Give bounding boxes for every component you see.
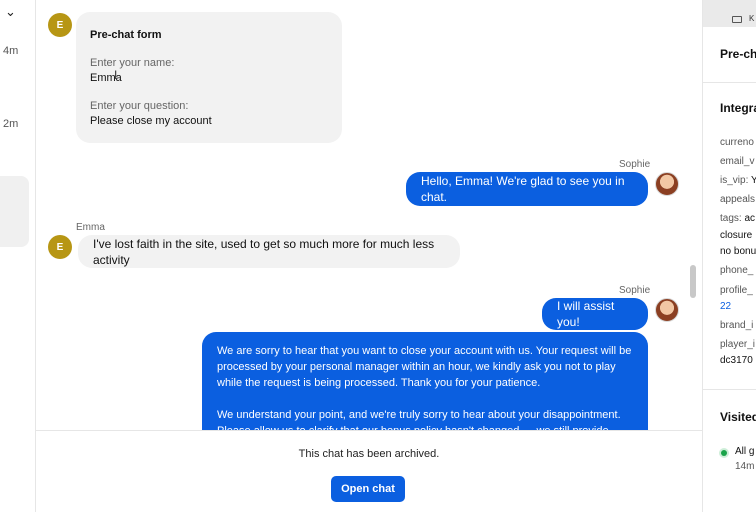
online-status-dot — [721, 450, 727, 456]
avatar — [655, 298, 679, 322]
divider — [703, 82, 756, 83]
details-panel: K Pre-ch Integra curreno email_v is_vip:… — [702, 0, 756, 512]
attribute-value: ac — [744, 213, 756, 224]
attribute-row: tags: ac — [720, 212, 755, 226]
visited-time: 14m — [735, 461, 755, 472]
message-paragraph: We are sorry to hear that you want to cl… — [217, 345, 632, 389]
message-bubble: Hello, Emma! We're glad to see you in ch… — [406, 172, 648, 206]
attribute-key: is_vip: — [720, 175, 749, 186]
keyboard-shortcut-hint: K — [749, 14, 755, 23]
archive-footer: This chat has been archived. Open chat — [36, 430, 702, 512]
prechat-section-title[interactable]: Pre-ch — [720, 47, 756, 61]
chat-transcript: E Pre-chat form Enter your name: Emma En… — [36, 0, 702, 512]
attribute-value: no bonu — [720, 246, 756, 257]
integrations-section-title[interactable]: Integra — [720, 101, 756, 115]
message-author: Sophie — [619, 285, 651, 296]
message-bubble: I've lost faith in the site, used to get… — [78, 235, 460, 268]
name-label: Enter your name: — [90, 57, 175, 69]
visited-item[interactable]: All g — [735, 445, 754, 459]
attribute-key: tags: — [720, 213, 742, 224]
attribute-row: curreno — [720, 137, 754, 148]
chat-list-item-selected[interactable] — [0, 176, 29, 247]
attribute-row: profile_ — [720, 285, 753, 296]
attribute-value: dc3170 — [720, 355, 753, 366]
text-cursor-icon: I — [114, 68, 118, 82]
question-value: Please close my account — [90, 115, 212, 127]
chat-list-time: 2m — [3, 118, 19, 130]
prechat-form-title: Pre-chat form — [90, 29, 162, 41]
attribute-row: phone_ — [720, 265, 754, 276]
name-value: Emma — [90, 72, 122, 84]
keyboard-icon — [732, 16, 742, 23]
attribute-value: Y — [751, 175, 756, 186]
attribute-value: closure — [720, 230, 753, 241]
divider — [703, 389, 756, 390]
open-chat-button[interactable]: Open chat — [331, 476, 405, 502]
attribute-row: email_v — [720, 156, 755, 167]
chat-list-time: 4m — [3, 45, 19, 57]
message-paragraph: We understand your point, and we're trul… — [217, 409, 621, 430]
avatar: E — [48, 235, 72, 259]
attribute-row: is_vip: Y — [720, 174, 756, 188]
attribute-row: player_i — [720, 339, 756, 350]
attribute-link[interactable]: 22 — [720, 300, 731, 314]
message-bubble: I will assist you! — [542, 298, 648, 330]
avatar — [655, 172, 679, 196]
archived-note: This chat has been archived. — [298, 448, 440, 460]
message-author: Emma — [76, 222, 105, 233]
message-bubble-long: We are sorry to hear that you want to cl… — [202, 332, 648, 430]
attribute-row: brand_i — [720, 320, 754, 331]
question-label: Enter your question: — [90, 100, 189, 112]
message-author: Sophie — [619, 159, 651, 170]
chevron-down-icon[interactable]: ⌄ — [5, 4, 16, 20]
chat-list-panel: ⌄ 4m 2m — [0, 0, 36, 512]
visited-section-title[interactable]: Visited — [720, 410, 756, 424]
avatar: E — [48, 13, 72, 37]
scrollbar-thumb[interactable] — [690, 265, 696, 298]
attribute-row: appeals — [720, 194, 756, 205]
